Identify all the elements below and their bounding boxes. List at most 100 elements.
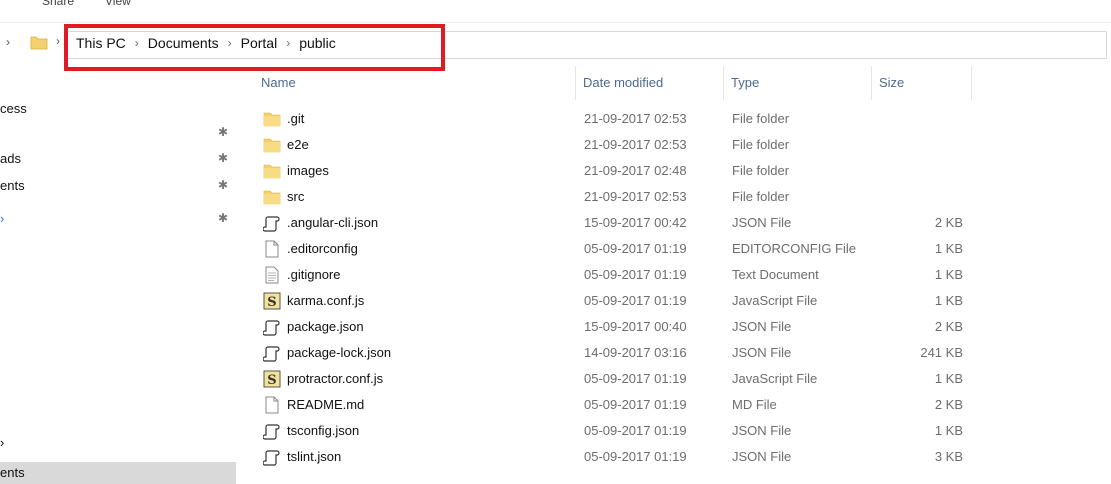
json-file-icon	[263, 320, 280, 336]
column-headers: Name Date modified Type Size	[253, 66, 973, 100]
column-divider[interactable]	[971, 66, 972, 100]
file-size: 2 KB	[934, 215, 963, 230]
ribbon-tab-view[interactable]: View	[105, 0, 131, 8]
file-type: JSON File	[732, 423, 792, 438]
file-size: 1 KB	[934, 241, 963, 256]
file-date-modified: 15-09-2017 00:42	[584, 215, 687, 230]
file-type: JavaScript File	[732, 371, 818, 386]
file-row[interactable]: Skarma.conf.js 05-09-2017 01:19 JavaScript…	[253, 288, 973, 314]
pin-icon: ✱	[218, 151, 229, 165]
nav-item-label: ents	[0, 178, 25, 193]
file-date-modified: 21-09-2017 02:48	[584, 163, 687, 178]
navigation-pane: cess ✱ ads ✱ ents ✱ › ✱ › ents	[0, 80, 236, 484]
pin-icon: ✱	[218, 125, 229, 139]
folder-icon	[263, 138, 281, 153]
nav-item-label: ads	[0, 151, 21, 166]
file-type: MD File	[732, 397, 777, 412]
javascript-file-icon: S	[263, 292, 281, 310]
file-row[interactable]: package-lock.json 14-09-2017 03:16 JSON Fi…	[253, 340, 973, 366]
column-header-name[interactable]: Name	[253, 66, 575, 100]
column-header-type[interactable]: Type	[723, 66, 871, 100]
file-row[interactable]: Sprotractor.conf.js 05-09-2017 01:19 JavaS…	[253, 366, 973, 392]
folder-icon	[263, 164, 281, 179]
file-size: 1 KB	[934, 423, 963, 438]
pin-icon: ✱	[218, 211, 229, 225]
file-row[interactable]: .angular-cli.json 15-09-2017 00:42 JSON Fi…	[253, 210, 973, 236]
column-header-date-modified[interactable]: Date modified	[575, 66, 723, 100]
file-name: tsconfig.json	[287, 423, 360, 438]
file-name: .gitignore	[287, 267, 341, 282]
file-date-modified: 05-09-2017 01:19	[584, 449, 687, 464]
file-name: tslint.json	[287, 449, 342, 464]
file-date-modified: 21-09-2017 02:53	[584, 137, 687, 152]
file-name: .angular-cli.json	[287, 215, 379, 230]
text-document-icon	[265, 266, 279, 284]
file-name: .git	[287, 111, 305, 126]
nav-item-desktop[interactable]: ✱	[0, 122, 236, 144]
file-date-modified: 05-09-2017 01:19	[584, 267, 687, 282]
file-row[interactable]: README.md 05-09-2017 01:19 MD File 2 KB	[253, 392, 973, 418]
file-type: File folder	[732, 163, 790, 178]
file-row[interactable]: e2e 21-09-2017 02:53 File folder	[253, 132, 973, 158]
file-type: JSON File	[732, 449, 792, 464]
file-date-modified: 15-09-2017 00:40	[584, 319, 687, 334]
file-type: JavaScript File	[732, 293, 818, 308]
file-name: protractor.conf.js	[287, 371, 384, 386]
file-date-modified: 21-09-2017 02:53	[584, 111, 687, 126]
file-name: package-lock.json	[287, 345, 392, 360]
chevron-right-icon[interactable]: ›	[0, 435, 4, 450]
file-size: 1 KB	[934, 267, 963, 282]
json-file-icon	[263, 450, 280, 466]
file-size: 2 KB	[934, 319, 963, 334]
file-size: 3 KB	[934, 449, 963, 464]
file-size: 2 KB	[934, 397, 963, 412]
file-row[interactable]: tslint.json 05-09-2017 01:19 JSON File 3 KB	[253, 444, 973, 470]
nav-item-label: cess	[0, 101, 27, 116]
file-name: e2e	[287, 137, 309, 152]
json-file-icon	[263, 346, 280, 362]
file-row[interactable]: images 21-09-2017 02:48 File folder	[253, 158, 973, 184]
nav-item-documents[interactable]: ents ✱	[0, 175, 236, 197]
nav-item-documents-selected[interactable]: ents	[0, 462, 236, 484]
file-row[interactable]: .editorconfig 05-09-2017 01:19 EDITORCONFI…	[253, 236, 973, 262]
file-row[interactable]: .git 21-09-2017 02:53 File folder	[253, 106, 973, 132]
file-date-modified: 05-09-2017 01:19	[584, 397, 687, 412]
file-type: File folder	[732, 189, 790, 204]
file-type: File folder	[732, 111, 790, 126]
file-name: src	[287, 189, 305, 204]
file-name: README.md	[287, 397, 365, 412]
pin-icon: ✱	[218, 178, 229, 192]
svg-text:S: S	[267, 373, 276, 388]
nav-item-collapsed[interactable]: ›	[0, 432, 236, 454]
file-row[interactable]: src 21-09-2017 02:53 File folder	[253, 184, 973, 210]
file-row[interactable]: .gitignore 05-09-2017 01:19 Text Document 1…	[253, 262, 973, 288]
file-type: JSON File	[732, 345, 792, 360]
nav-item-pictures[interactable]: › ✱	[0, 208, 236, 230]
file-date-modified: 05-09-2017 01:19	[584, 423, 687, 438]
chevron-right-icon[interactable]: ›	[56, 34, 60, 48]
nav-item-quick-access[interactable]: cess	[0, 98, 236, 120]
file-icon	[265, 240, 279, 258]
file-size: 1 KB	[934, 293, 963, 308]
highlight-annotation	[64, 24, 445, 71]
ribbon-tab-share[interactable]: Share	[42, 0, 74, 8]
file-row[interactable]: package.json 15-09-2017 00:40 JSON File 2 K…	[253, 314, 973, 340]
file-date-modified: 14-09-2017 03:16	[584, 345, 687, 360]
folder-icon	[30, 36, 48, 50]
folder-icon	[263, 112, 281, 127]
svg-text:S: S	[267, 295, 276, 310]
file-row[interactable]: tsconfig.json 05-09-2017 01:19 JSON File 1 …	[253, 418, 973, 444]
file-date-modified: 05-09-2017 01:19	[584, 241, 687, 256]
file-size: 1 KB	[934, 371, 963, 386]
file-date-modified: 21-09-2017 02:53	[584, 189, 687, 204]
file-date-modified: 05-09-2017 01:19	[584, 293, 687, 308]
nav-item-downloads[interactable]: ads ✱	[0, 148, 236, 170]
up-arrow-icon[interactable]: ›	[6, 35, 10, 49]
column-header-size[interactable]: Size	[871, 66, 971, 100]
ribbon: Share View	[0, 0, 1111, 23]
file-type: JSON File	[732, 319, 792, 334]
folder-icon	[263, 190, 281, 205]
json-file-icon	[263, 216, 280, 232]
file-type: EDITORCONFIG File	[732, 241, 856, 256]
file-icon	[265, 396, 279, 414]
